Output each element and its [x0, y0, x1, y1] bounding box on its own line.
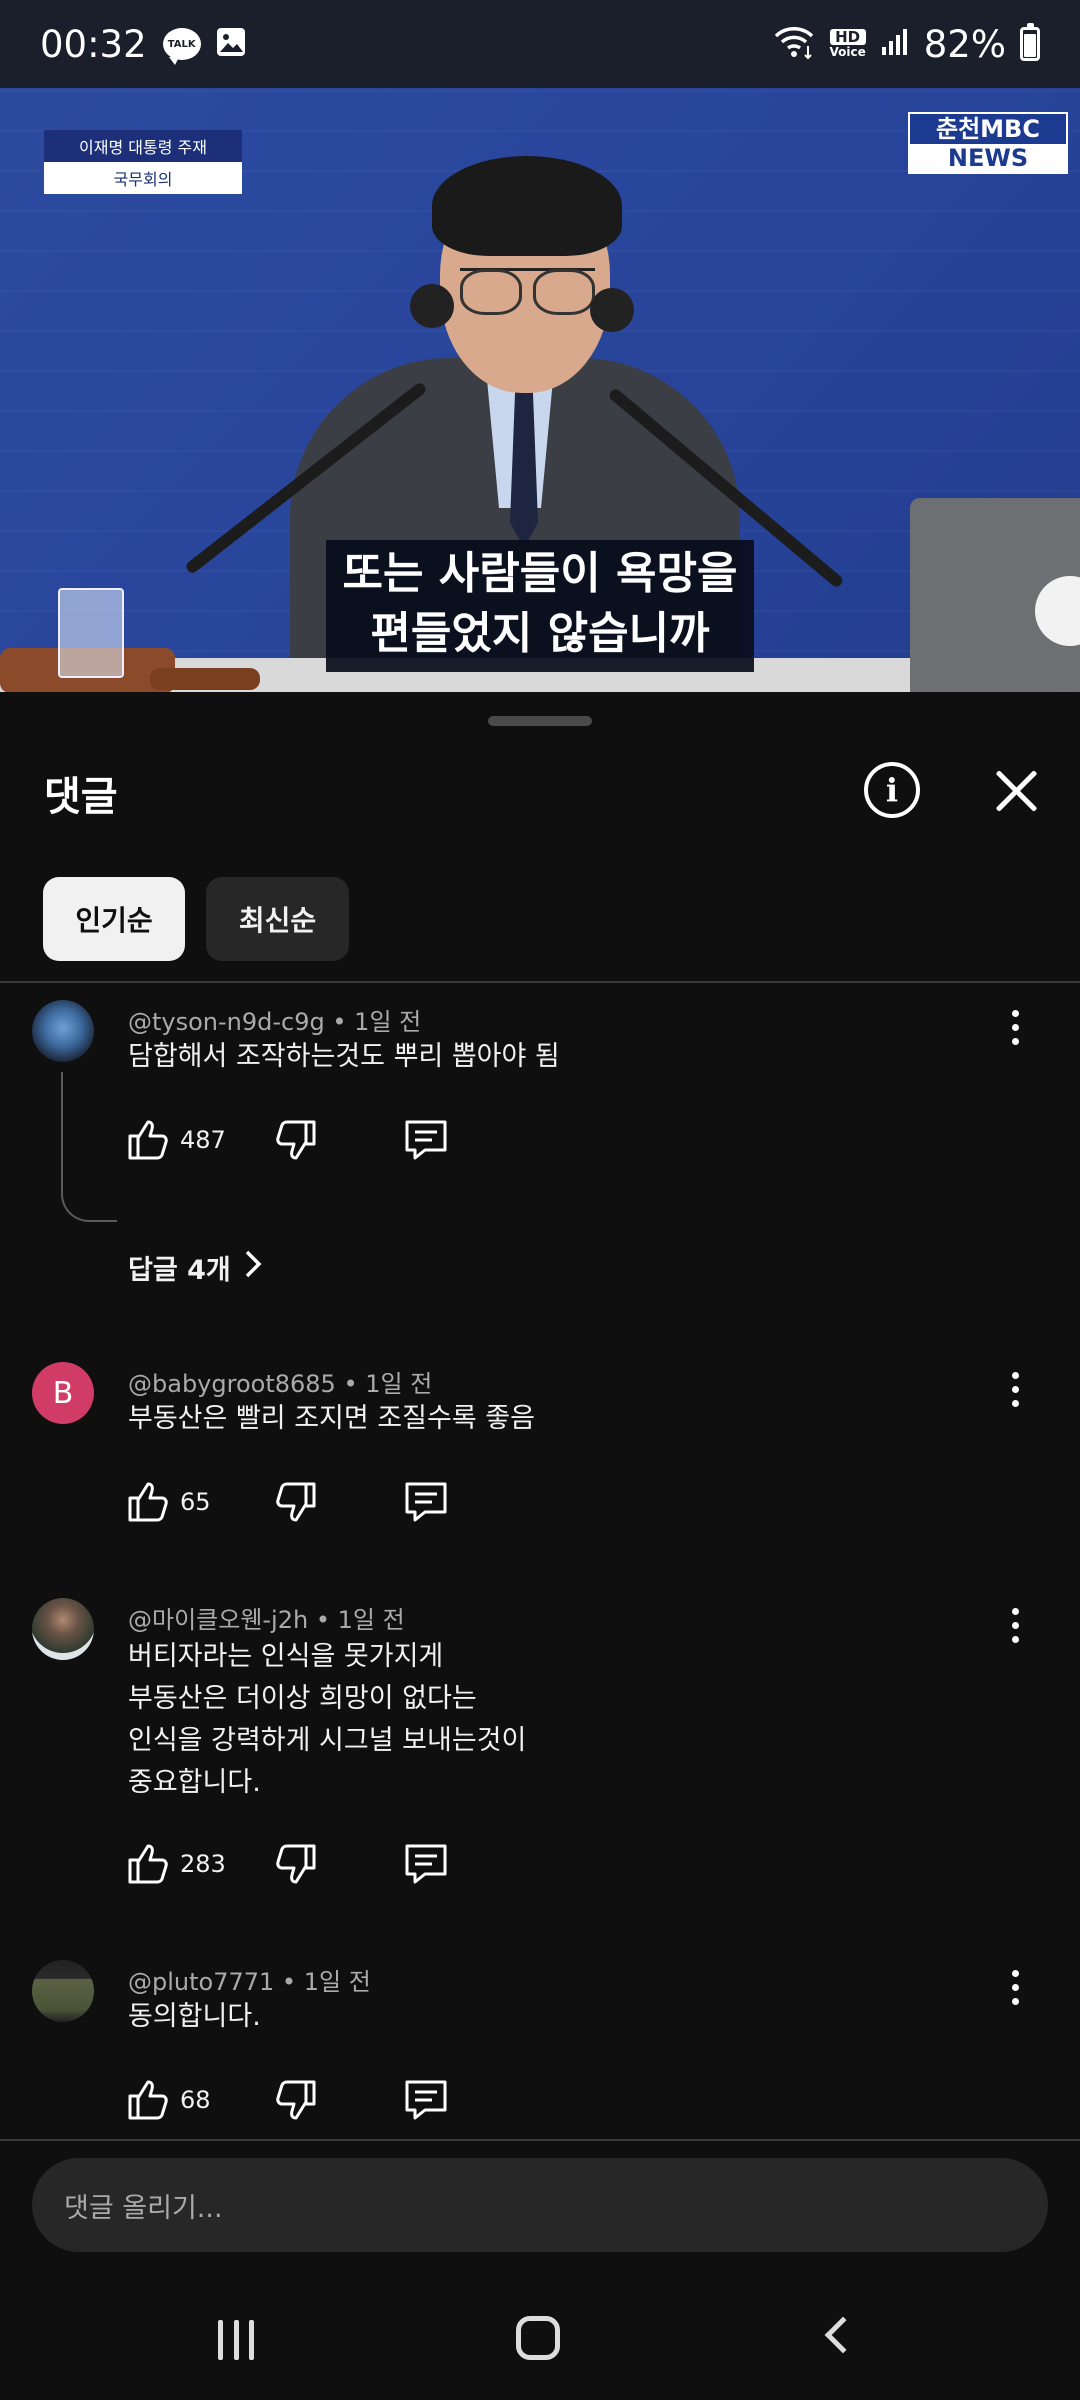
divider — [0, 2139, 1080, 2141]
thumbs-down-icon[interactable] — [272, 1478, 320, 1526]
back-icon[interactable] — [824, 2316, 862, 2354]
comment-time: 1일 전 — [354, 1008, 422, 1036]
comment-author[interactable]: @tyson-n9d-c9g — [128, 1008, 325, 1036]
notification-icons: TALK — [162, 26, 247, 65]
reply-icon[interactable] — [402, 1840, 450, 1888]
thumbs-up-icon[interactable] — [124, 1116, 172, 1164]
hd-voice-icon: HD Voice — [829, 28, 866, 59]
chevron-right-icon — [243, 1249, 263, 1286]
more-options-icon[interactable] — [1012, 1970, 1020, 2006]
reply-icon[interactable] — [402, 1116, 450, 1164]
thumbs-up-icon[interactable] — [124, 1478, 172, 1526]
comments-sheet: 댓글 i 인기순 최신순 @tyson-n9d-c9g • 1일 전 담합해서 … — [0, 692, 1080, 2400]
avatar[interactable] — [32, 1000, 94, 1062]
sheet-title: 댓글 — [44, 774, 118, 820]
view-replies-button[interactable]: 답글 4개 — [128, 1248, 263, 1287]
comment-time: 1일 전 — [303, 1968, 371, 1996]
video-player[interactable]: 이재명 대통령 주재 국무회의 춘천MBC NEWS 또는 사람들이 욕망을 편… — [0, 88, 1080, 692]
broadcaster-logo: 춘천MBC NEWS — [908, 112, 1068, 174]
gallery-icon — [215, 26, 247, 62]
recent-apps-icon[interactable] — [218, 2320, 254, 2360]
like-count: 65 — [180, 1488, 211, 1516]
kakaotalk-icon: TALK — [162, 28, 201, 65]
thread-line — [61, 1072, 63, 1182]
divider — [0, 981, 1080, 983]
like-count: 68 — [180, 2086, 211, 2114]
video-subtitle: 또는 사람들이 욕망을 편들었지 않습니까 — [326, 540, 754, 672]
water-glass — [58, 588, 124, 678]
avatar[interactable]: B — [32, 1362, 94, 1424]
signal-icon — [880, 27, 910, 61]
battery-percent: 82% — [923, 22, 1006, 66]
system-nav-bar — [0, 2280, 1080, 2400]
avatar[interactable] — [32, 1960, 94, 2022]
gavel — [150, 668, 260, 690]
more-options-icon[interactable] — [1012, 1372, 1020, 1408]
reply-icon[interactable] — [402, 1478, 450, 1526]
video-caption-tag: 이재명 대통령 주재 국무회의 — [44, 130, 242, 194]
reply-icon[interactable] — [402, 2076, 450, 2124]
comment-input[interactable]: 댓글 올리기... — [32, 2158, 1048, 2252]
sort-chip-newest[interactable]: 최신순 — [206, 877, 349, 961]
sheet-drag-handle[interactable] — [488, 716, 592, 726]
status-time: 00:32 — [40, 22, 147, 66]
comment-time: 1일 전 — [337, 1606, 405, 1634]
comment-time: 1일 전 — [365, 1370, 433, 1398]
avatar[interactable] — [32, 1598, 94, 1660]
thumbs-up-icon[interactable] — [124, 1840, 172, 1888]
comment-author[interactable]: @마이클오웬-j2h — [128, 1606, 308, 1634]
home-icon[interactable] — [516, 2316, 560, 2360]
comment-author[interactable]: @babygroot8685 — [128, 1370, 336, 1398]
sort-chip-top[interactable]: 인기순 — [43, 877, 185, 961]
comment-author[interactable]: @pluto7771 — [128, 1968, 274, 1996]
more-options-icon[interactable] — [1012, 1608, 1020, 1644]
battery-icon — [1020, 23, 1040, 61]
comment-text: 부동산은 빨리 조지면 조질수록 좋음 — [128, 1403, 535, 1434]
comment-text: 동의합니다. — [128, 2001, 261, 2032]
status-bar: 00:32 TALK HD Voice 82% — [0, 0, 1080, 88]
thumbs-down-icon[interactable] — [272, 2076, 320, 2124]
battery-level-fill — [1024, 34, 1036, 57]
close-icon[interactable] — [990, 764, 1044, 818]
wifi-icon — [772, 24, 816, 64]
thumbs-down-icon[interactable] — [272, 1840, 320, 1888]
thumbs-up-icon[interactable] — [124, 2076, 172, 2124]
more-options-icon[interactable] — [1012, 1010, 1020, 1046]
info-icon[interactable]: i — [864, 762, 920, 818]
comment-text: 담합해서 조작하는것도 뿌리 뽑아야 됨 — [128, 1041, 560, 1072]
like-count: 283 — [180, 1850, 226, 1878]
comment-text: 버티자라는 인식을 못가지게 부동산은 더이상 희망이 없다는 인식을 강력하게… — [128, 1641, 527, 1798]
like-count: 487 — [180, 1126, 226, 1154]
thumbs-down-icon[interactable] — [272, 1116, 320, 1164]
